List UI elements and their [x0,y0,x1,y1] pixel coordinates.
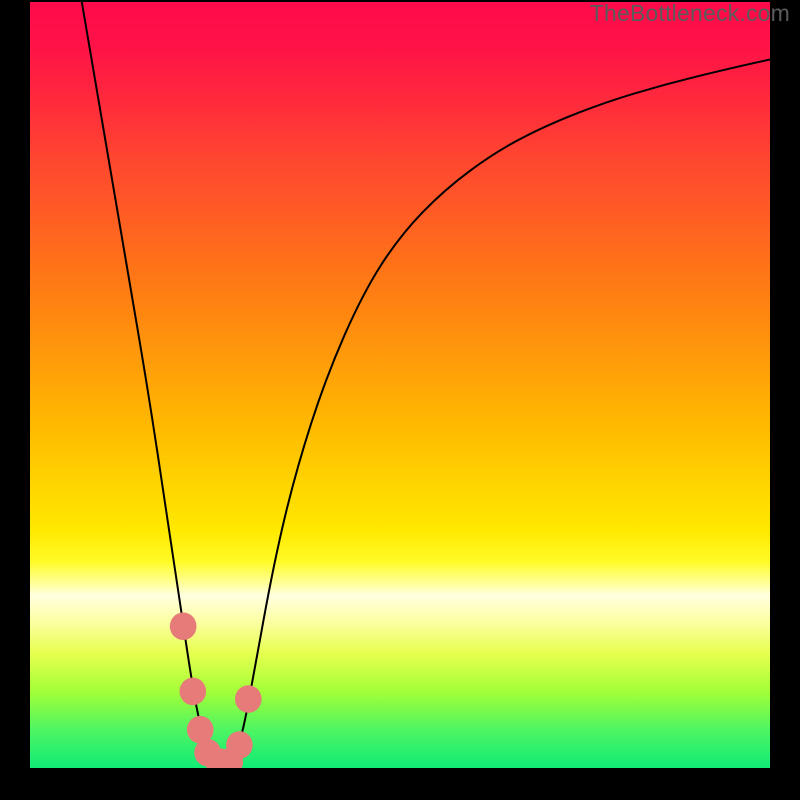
marker-dip-right-1 [226,731,253,759]
bottleneck-curve-svg [30,2,770,768]
bottleneck-curve [82,2,770,764]
marker-left-dot [170,613,197,641]
plot-area [30,2,770,768]
chart-stage: TheBottleneck.com [0,0,800,800]
watermark-text: TheBottleneck.com [590,0,790,27]
marker-group [170,613,262,768]
marker-right-dot [235,685,262,713]
marker-dip-left-1 [179,678,206,706]
curve-group [82,2,770,764]
